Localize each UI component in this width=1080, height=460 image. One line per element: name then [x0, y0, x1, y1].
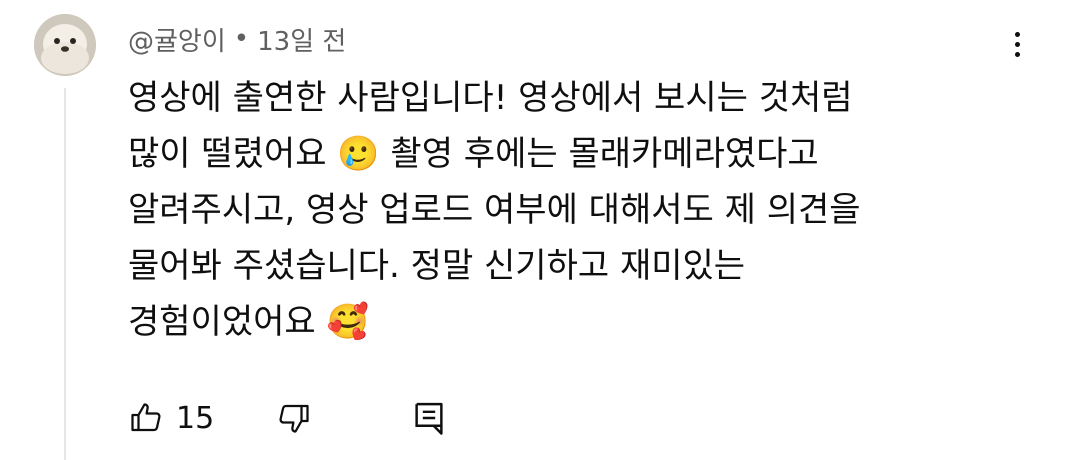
- more-options-button[interactable]: [1000, 22, 1034, 66]
- like-count: 15: [176, 400, 215, 436]
- header-separator: •: [233, 24, 250, 54]
- seal-avatar-image: [34, 14, 96, 76]
- thumbs-down-icon: [279, 404, 309, 433]
- more-vertical-icon-dot: [1014, 41, 1020, 47]
- author-name[interactable]: @귤앙이: [128, 21, 226, 58]
- dislike-button[interactable]: [276, 396, 312, 440]
- comment-line: 물어봐 주셨습니다. 정말 신기하고 재미있는: [128, 246, 746, 286]
- thumbs-up-icon: [131, 403, 161, 432]
- comment-line: 경험이었어요 🥰: [128, 302, 369, 342]
- comment-line: 많이 떨렸어요 🥲 촬영 후에는 몰래카메라였다고: [128, 134, 819, 174]
- reply-thread-line: [64, 88, 66, 460]
- more-vertical-icon: [1014, 31, 1020, 37]
- more-vertical-icon-dot: [1014, 51, 1020, 57]
- comment-line: 영상에 출연한 사람입니다! 영상에서 보시는 것처럼: [128, 78, 853, 118]
- comment-header: @귤앙이 • 13일 전: [128, 20, 346, 58]
- avatar[interactable]: [34, 14, 96, 76]
- comment-actions: 15: [128, 396, 468, 440]
- comment-line: 알려주시고, 영상 업로드 여부에 대해서도 제 의견을: [128, 190, 861, 230]
- reply-comment-icon: [415, 402, 443, 435]
- comment-timestamp[interactable]: 13일 전: [257, 21, 346, 58]
- like-button[interactable]: 15: [128, 396, 214, 440]
- reply-button[interactable]: [412, 396, 446, 440]
- comment-text: 영상에 출연한 사람입니다! 영상에서 보시는 것처럼 많이 떨렸어요 🥲 촬영…: [128, 70, 1028, 350]
